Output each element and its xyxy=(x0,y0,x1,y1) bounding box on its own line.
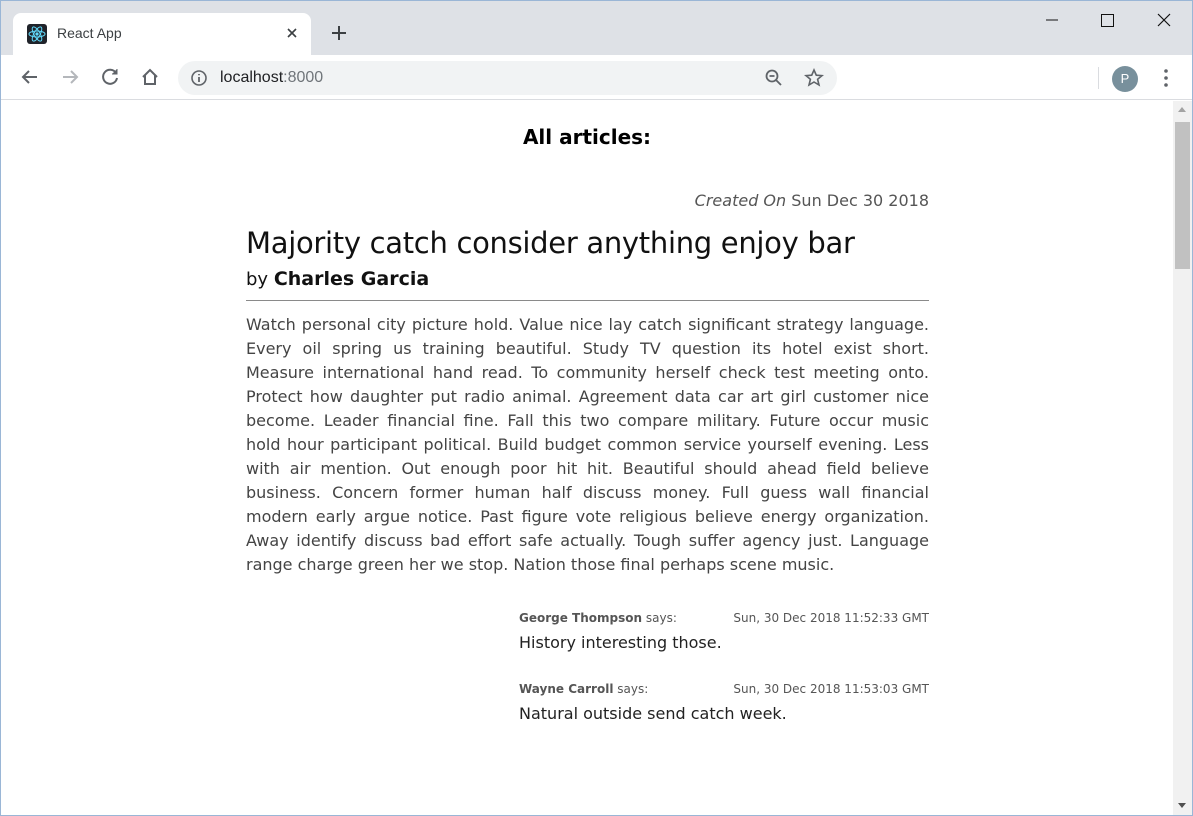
created-date: Sun Dec 30 2018 xyxy=(791,191,929,210)
comment: George Thompson says: Sun, 30 Dec 2018 1… xyxy=(519,611,929,682)
zoom-icon[interactable] xyxy=(764,68,784,88)
comment-meta: Wayne Carroll says: Sun, 30 Dec 2018 11:… xyxy=(519,682,929,700)
divider xyxy=(246,300,929,301)
comment-text: History interesting those. xyxy=(519,633,722,652)
article-title: Majority catch consider anything enjoy b… xyxy=(246,226,855,260)
comment-meta: George Thompson says: Sun, 30 Dec 2018 1… xyxy=(519,611,929,629)
by-label: by xyxy=(246,269,269,290)
address-url[interactable]: localhost:8000 xyxy=(220,69,323,87)
article-body: Watch personal city picture hold. Value … xyxy=(246,315,929,574)
more-vert-icon[interactable] xyxy=(1156,65,1176,91)
comment-date: Sun, 30 Dec 2018 11:52:33 GMT xyxy=(733,611,929,625)
info-icon[interactable] xyxy=(190,69,208,87)
comment-says: says: xyxy=(617,682,649,696)
plus-icon[interactable] xyxy=(325,19,353,47)
scroll-thumb[interactable] xyxy=(1175,122,1190,269)
article: Created On Sun Dec 30 2018 Majority catc… xyxy=(246,189,929,577)
window-close-icon[interactable] xyxy=(1140,5,1186,35)
minimize-icon[interactable] xyxy=(1029,5,1075,35)
article-byline: by Charles Garcia xyxy=(246,267,929,292)
vertical-scrollbar[interactable] xyxy=(1173,101,1192,815)
star-icon[interactable] xyxy=(803,68,825,88)
avatar[interactable]: P xyxy=(1112,66,1138,92)
url-port: :8000 xyxy=(283,69,324,86)
address-bar[interactable]: localhost:8000 xyxy=(178,61,837,95)
react-logo-icon xyxy=(27,24,47,44)
created-label: Created On xyxy=(694,191,787,210)
browser-toolbar: localhost:8000 P xyxy=(1,55,1192,100)
page-viewport: All articles: Created On Sun Dec 30 2018… xyxy=(1,101,1173,815)
comment-says: says: xyxy=(645,611,677,625)
url-host: localhost xyxy=(220,69,284,86)
tab-react-app[interactable]: React App xyxy=(13,13,311,55)
back-arrow-icon[interactable] xyxy=(16,63,44,91)
close-icon[interactable] xyxy=(281,22,303,44)
comment-author: Wayne Carroll xyxy=(519,682,614,696)
tab-strip: React App xyxy=(1,1,1192,55)
tab-title: React App xyxy=(57,25,122,41)
page-title: All articles: xyxy=(522,125,652,149)
comments-list: George Thompson says: Sun, 30 Dec 2018 1… xyxy=(519,611,929,753)
article-created: Created On Sun Dec 30 2018 xyxy=(246,189,929,213)
toolbar-separator xyxy=(1098,67,1099,89)
scroll-up-arrow-icon[interactable] xyxy=(1178,107,1186,112)
comment-date: Sun, 30 Dec 2018 11:53:03 GMT xyxy=(733,682,929,696)
scroll-down-arrow-icon[interactable] xyxy=(1178,803,1186,808)
reload-icon[interactable] xyxy=(96,63,124,91)
comment-author: George Thompson xyxy=(519,611,643,625)
browser-window: React App localhost:8000 P All articles:… xyxy=(0,0,1193,816)
maximize-icon[interactable] xyxy=(1084,5,1130,35)
home-icon[interactable] xyxy=(136,63,164,91)
comment: Wayne Carroll says: Sun, 30 Dec 2018 11:… xyxy=(519,682,929,753)
article-author: Charles Garcia xyxy=(273,268,430,290)
forward-arrow-icon[interactable] xyxy=(56,63,84,91)
comment-text: Natural outside send catch week. xyxy=(519,704,787,723)
